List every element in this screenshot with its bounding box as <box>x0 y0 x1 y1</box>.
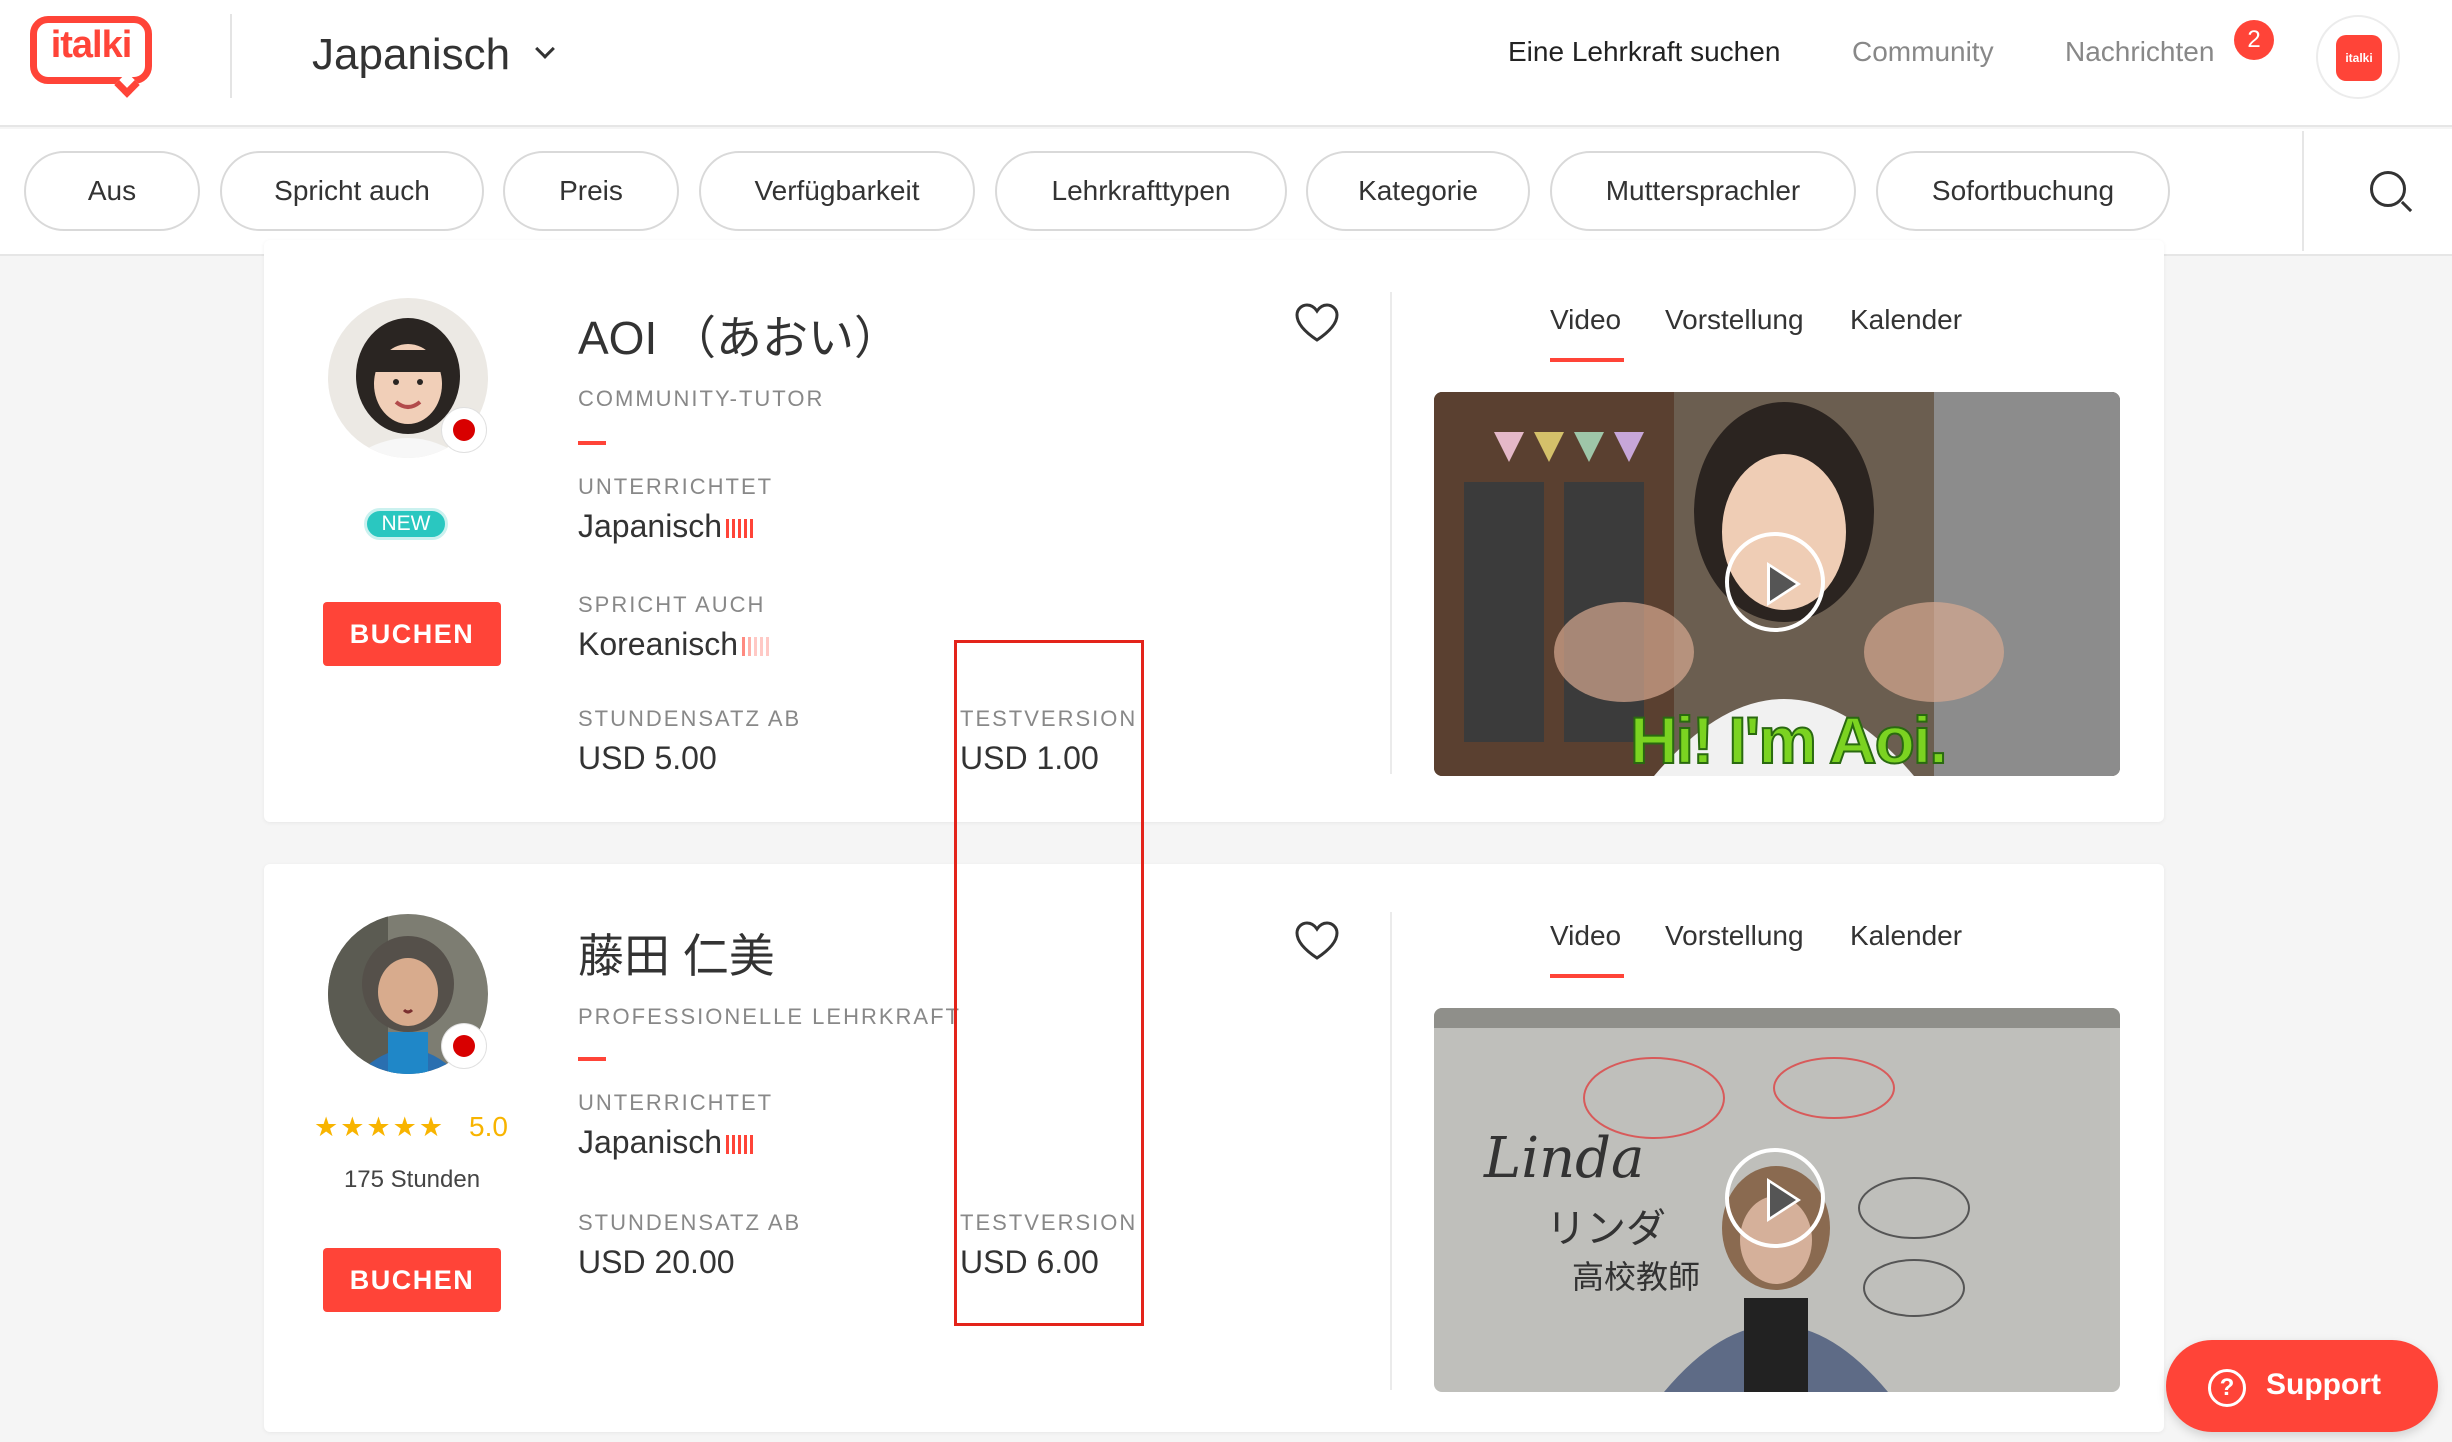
video-caption: Hi! I'm Aoi. <box>1629 702 1949 776</box>
filter-also-speaks[interactable]: Spricht auch <box>220 151 484 231</box>
support-label: Support <box>2266 1368 2381 1401</box>
tab-calendar[interactable]: Kalender <box>1850 920 1962 952</box>
speaks-value: Koreanisch <box>578 626 772 664</box>
nav-find-teacher[interactable]: Eine Lehrkraft suchen <box>1508 36 1780 68</box>
avatar-logo: italki <box>2336 35 2382 81</box>
filter-teacher-types[interactable]: Lehrkrafttypen <box>995 151 1287 231</box>
filter-price[interactable]: Preis <box>503 151 679 231</box>
tutor-name[interactable]: AOI （あおい） <box>578 302 900 368</box>
play-triangle <box>1767 562 1801 606</box>
top-header: italki Japanisch Eine Lehrkraft suchen C… <box>0 0 2452 127</box>
tutor-type: PROFESSIONELLE LEHRKRAFT <box>578 1004 961 1029</box>
card-divider <box>1390 912 1392 1390</box>
filter-category[interactable]: Kategorie <box>1306 151 1530 231</box>
book-button[interactable]: BUCHEN <box>323 602 501 666</box>
tutor-type: COMMUNITY-TUTOR <box>578 386 825 411</box>
active-tab-underline <box>1550 974 1624 978</box>
speaks-label: SPRICHT AUCH <box>578 592 766 617</box>
japan-flag-icon <box>442 1024 486 1068</box>
help-icon: ? <box>2208 1369 2246 1407</box>
proficiency-bars-icon <box>726 509 756 546</box>
play-icon[interactable] <box>1725 532 1825 632</box>
active-tab-underline <box>1550 358 1624 362</box>
rate-value: USD 5.00 <box>578 740 717 776</box>
accent-dash <box>578 441 606 445</box>
teaches-value: Japanisch <box>578 508 756 546</box>
italki-logo[interactable]: italki <box>30 16 152 98</box>
whiteboard-text: リンダ <box>1546 1206 1666 1252</box>
tab-video[interactable]: Video <box>1550 304 1621 336</box>
teaches-label: UNTERRICHTET <box>578 1090 774 1115</box>
speaks-language: Koreanisch <box>578 626 739 662</box>
teaches-value: Japanisch <box>578 1124 756 1162</box>
lesson-hours: 175 Stunden <box>343 1166 481 1193</box>
support-button[interactable]: ? Support <box>2166 1340 2438 1432</box>
book-button[interactable]: BUCHEN <box>323 1248 501 1312</box>
highlight-box <box>954 640 1144 1326</box>
teaches-label: UNTERRICHTET <box>578 474 774 499</box>
new-badge: NEW <box>364 508 448 540</box>
nav-community[interactable]: Community <box>1852 36 1994 68</box>
intro-video[interactable]: Hi! I'm Aoi. <box>1434 392 2120 776</box>
messages-count-badge: 2 <box>2234 20 2274 60</box>
tab-calendar[interactable]: Kalender <box>1850 304 1962 336</box>
rate-label: STUNDENSATZ AB <box>578 1210 802 1235</box>
filter-instant-booking[interactable]: Sofortbuchung <box>1876 151 2170 231</box>
search-icon-handle <box>2400 200 2413 213</box>
card-divider <box>1390 292 1392 774</box>
whiteboard-text: 高校教師 <box>1572 1258 1701 1296</box>
heart-icon[interactable] <box>1294 302 1340 344</box>
header-divider <box>230 14 232 98</box>
rating-value: 5.0 <box>469 1111 508 1142</box>
tutor-name[interactable]: 藤田 仁美 <box>578 920 775 986</box>
proficiency-bars-icon <box>742 627 772 664</box>
teaches-language: Japanisch <box>578 508 723 544</box>
accent-dash <box>578 1057 606 1061</box>
tutor-card: NEW BUCHEN AOI （あおい） COMMUNITY-TUTOR UNT… <box>264 240 2164 822</box>
tab-introduction[interactable]: Vorstellung <box>1665 920 1804 952</box>
rate-label: STUNDENSATZ AB <box>578 706 802 731</box>
rating-stars-icon: ★★★★★ <box>314 1112 446 1142</box>
heart-icon[interactable] <box>1294 920 1340 962</box>
rate-value: USD 20.00 <box>578 1244 735 1280</box>
tutor-card: ★★★★★ 5.0 175 Stunden BUCHEN 藤田 仁美 PROFE… <box>264 864 2164 1432</box>
intro-video[interactable]: Linda リンダ 高校教師 <box>1434 1008 2120 1392</box>
whiteboard-text: Linda <box>1484 1126 1645 1191</box>
search-icon[interactable] <box>2370 171 2413 213</box>
filter-bar: Aus Spricht auch Preis Verfügbarkeit Leh… <box>0 129 2452 256</box>
tab-introduction[interactable]: Vorstellung <box>1665 304 1804 336</box>
chevron-down-icon[interactable] <box>535 39 555 59</box>
user-avatar[interactable]: italki <box>2316 15 2400 99</box>
proficiency-bars-icon <box>726 1125 756 1162</box>
language-selector[interactable]: Japanisch <box>312 30 510 80</box>
teaches-language: Japanisch <box>578 1124 723 1160</box>
play-triangle-inner <box>1770 1183 1796 1217</box>
nav-messages[interactable]: Nachrichten <box>2065 36 2214 68</box>
filter-native-speaker[interactable]: Muttersprachler <box>1550 151 1856 231</box>
filter-availability[interactable]: Verfügbarkeit <box>699 151 975 231</box>
filter-from[interactable]: Aus <box>24 151 200 231</box>
tab-video[interactable]: Video <box>1550 920 1621 952</box>
japan-flag-icon <box>442 408 486 452</box>
play-triangle <box>1767 1178 1801 1222</box>
flag-dot <box>453 419 475 441</box>
logo-text: italki <box>50 24 133 66</box>
filter-divider <box>2302 131 2304 251</box>
play-icon[interactable] <box>1725 1148 1825 1248</box>
play-triangle-inner <box>1770 567 1796 601</box>
flag-dot <box>453 1035 475 1057</box>
